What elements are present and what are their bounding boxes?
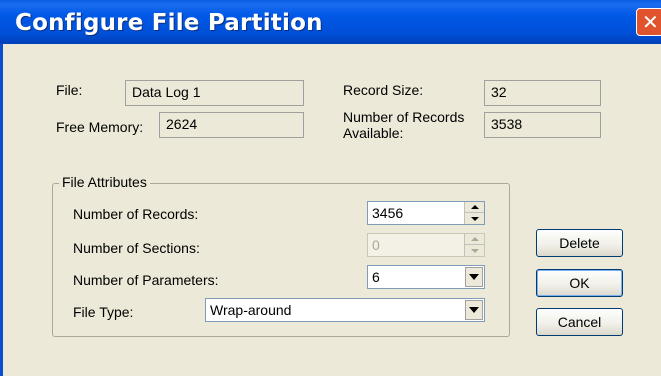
dropdown-arrow-button[interactable] — [465, 300, 483, 320]
spin-down-button[interactable] — [465, 213, 484, 224]
number-of-records-label: Number of Records: — [73, 206, 199, 222]
records-available-label-line2: Available: — [343, 125, 404, 141]
delete-button[interactable]: Delete — [536, 229, 623, 257]
file-type-dropdown[interactable]: Wrap-around — [205, 298, 485, 322]
cancel-button[interactable]: Cancel — [536, 308, 623, 336]
records-available-value-field: 3538 — [484, 112, 601, 138]
chevron-down-icon — [469, 274, 479, 280]
file-label: File: — [56, 82, 83, 98]
file-type-value: Wrap-around — [210, 302, 292, 318]
spin-up-icon — [470, 205, 479, 209]
spin-up-icon — [470, 237, 479, 241]
number-of-sections-spin-buttons — [464, 234, 484, 256]
close-icon: ✕ — [642, 10, 659, 34]
records-available-label-line1: Number of Records — [343, 109, 465, 125]
dropdown-arrow-button[interactable] — [465, 267, 483, 287]
free-memory-value: 2624 — [166, 116, 198, 132]
number-of-records-spinner[interactable]: 3456 — [367, 201, 485, 225]
chevron-down-icon — [469, 307, 479, 313]
record-size-value-field: 32 — [484, 80, 601, 106]
dialog-title: Configure File Partition — [15, 10, 323, 36]
spin-down-button — [465, 245, 484, 256]
file-value-field: Data Log 1 — [125, 80, 304, 106]
file-attributes-title: File Attributes — [59, 174, 150, 190]
number-of-parameters-value: 6 — [372, 269, 380, 285]
record-size-value: 32 — [491, 84, 507, 100]
number-of-parameters-label: Number of Parameters: — [73, 272, 219, 288]
title-bar[interactable]: Configure File Partition ✕ — [0, 0, 661, 44]
free-memory-value-field: 2624 — [159, 112, 304, 138]
number-of-parameters-dropdown[interactable]: 6 — [367, 265, 485, 289]
spin-down-icon — [470, 216, 479, 221]
spin-up-button — [465, 234, 484, 245]
number-of-records-value[interactable]: 3456 — [372, 205, 403, 221]
ok-button[interactable]: OK — [536, 269, 623, 297]
number-of-sections-label: Number of Sections: — [73, 240, 200, 256]
number-of-sections-spinner: 0 — [367, 233, 485, 257]
record-size-label: Record Size: — [343, 82, 424, 98]
free-memory-label: Free Memory: — [56, 119, 144, 135]
spin-up-button[interactable] — [465, 202, 484, 213]
number-of-records-spin-buttons — [464, 202, 484, 224]
close-button[interactable]: ✕ — [636, 8, 661, 36]
spin-down-icon — [470, 248, 479, 253]
number-of-sections-value: 0 — [372, 237, 380, 253]
file-value: Data Log 1 — [132, 84, 201, 100]
configure-file-partition-dialog: Configure File Partition ✕ File: Data Lo… — [0, 0, 661, 376]
file-type-label: File Type: — [73, 304, 134, 320]
window-left-border — [0, 44, 3, 376]
records-available-value: 3538 — [491, 116, 523, 132]
